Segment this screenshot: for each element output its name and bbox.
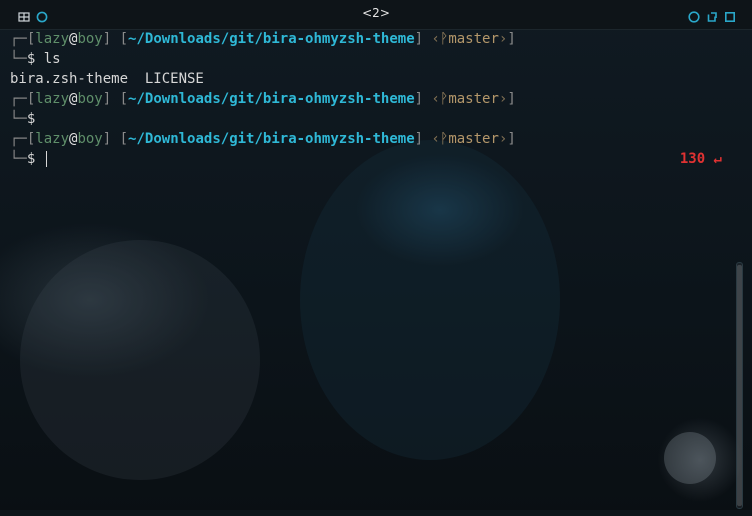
prompt-host: boy: [77, 31, 103, 47]
prompt-path: ~/Downloads/git/bira-ohmyzsh-theme: [128, 91, 415, 107]
output-line: bira.zsh-theme LICENSE: [10, 69, 740, 89]
command-text: ls: [43, 51, 61, 67]
prompt-path: ~/Downloads/git/bira-ohmyzsh-theme: [128, 31, 415, 47]
active-command-line[interactable]: └─$: [10, 149, 740, 169]
command-line: └─$: [10, 111, 36, 127]
prompt-symbol: $: [26, 51, 36, 67]
window-title: <2>: [362, 6, 390, 20]
command-line: └─$ ls: [10, 51, 61, 67]
prompt-host: boy: [77, 91, 103, 107]
prompt-user: lazy: [35, 31, 70, 47]
text-cursor: [45, 151, 47, 167]
window-bottom-border: [0, 510, 752, 516]
prompt-host: boy: [77, 131, 103, 147]
scrollbar[interactable]: [736, 262, 743, 509]
output-text: bira.zsh-theme LICENSE: [10, 71, 204, 87]
prompt-symbol: $: [26, 151, 36, 167]
prompt-path: ~/Downloads/git/bira-ohmyzsh-theme: [128, 131, 415, 147]
prompt-branch: master: [448, 131, 499, 147]
title-bar[interactable]: <2>: [0, 0, 752, 30]
prompt-branch: master: [448, 31, 499, 47]
prompt-header-line: ┌─[lazy@boy] [~/Downloads/git/bira-ohmyz…: [10, 131, 516, 147]
prompt-user: lazy: [35, 131, 70, 147]
maximize-icon[interactable]: [724, 8, 736, 22]
app-menu-icon[interactable]: [688, 8, 700, 23]
exit-status: 130 ↵: [679, 151, 722, 167]
prompt-header-line: ┌─[lazy@boy] [~/Downloads/git/bira-ohmyz…: [10, 91, 516, 107]
prompt-user: lazy: [35, 91, 70, 107]
prompt-symbol: $: [26, 111, 36, 127]
scrollbar-thumb[interactable]: [737, 265, 742, 506]
restore-icon[interactable]: [706, 8, 718, 22]
prompt-branch: master: [448, 91, 499, 107]
prompt-header-line: ┌─[lazy@boy] [~/Downloads/git/bira-ohmyz…: [10, 31, 516, 47]
terminal-output[interactable]: ┌─[lazy@boy] [~/Downloads/git/bira-ohmyz…: [10, 29, 740, 509]
